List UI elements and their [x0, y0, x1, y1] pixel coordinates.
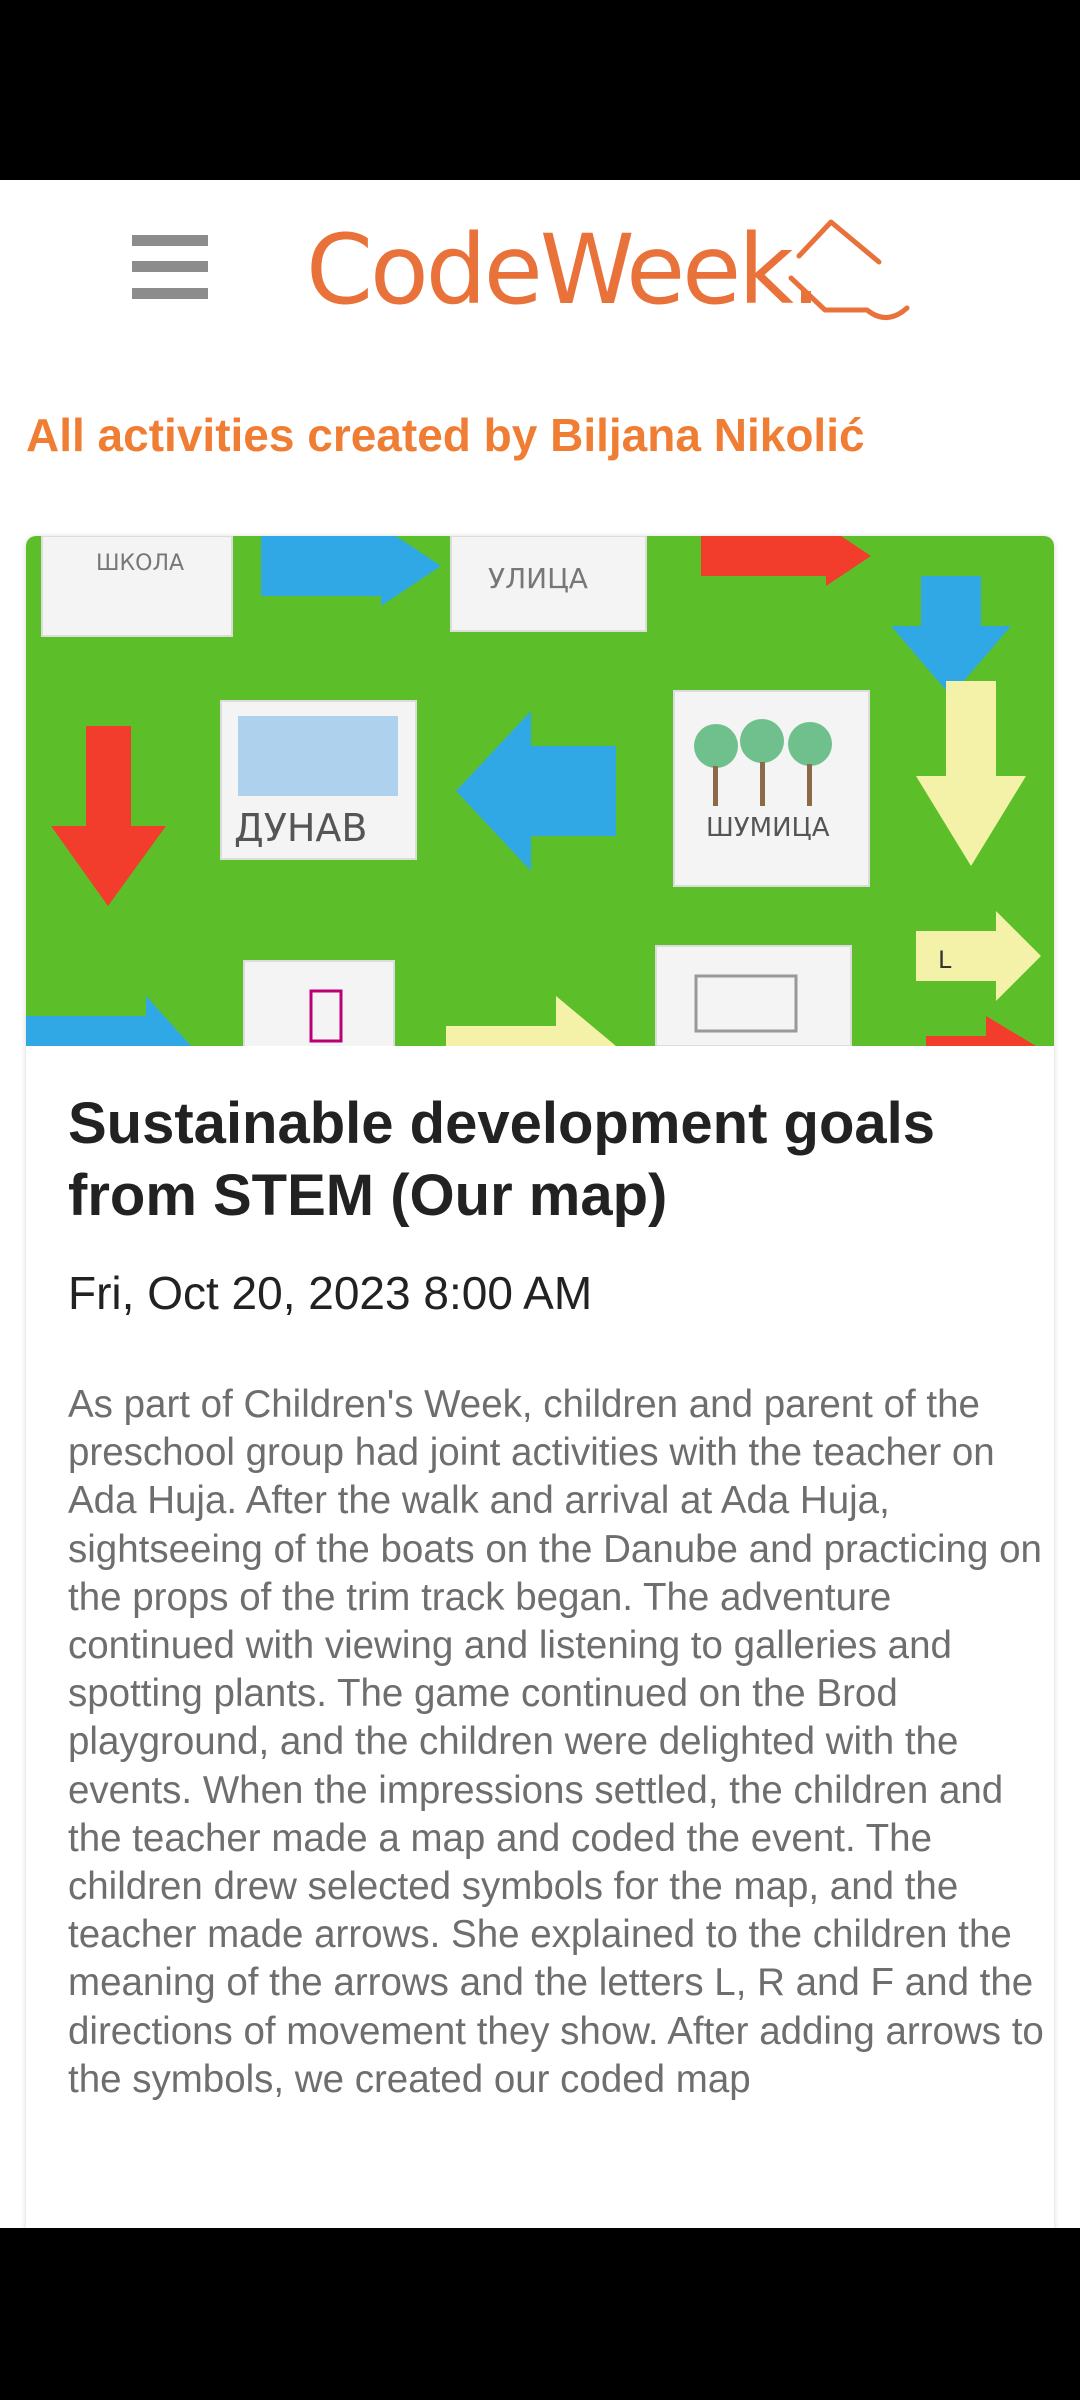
activity-card[interactable]: ШКОЛА УЛИЦА ДУНАВ ШУМИЦА L Sustainable d…: [26, 536, 1054, 2228]
codeweek-logo[interactable]: CodeWeek.: [306, 200, 956, 340]
activity-date: Fri, Oct 20, 2023 8:00 AM: [68, 1267, 593, 1319]
activity-description: As part of Children's Week, children and…: [68, 1383, 1044, 2101]
image-label-dunav: ДУНАВ: [234, 806, 367, 850]
navigation-bar: [0, 2228, 1080, 2400]
page-title: All activities created by Biljana Nikoli…: [26, 409, 865, 461]
image-label-l: L: [938, 946, 952, 974]
activity-image[interactable]: ШКОЛА УЛИЦА ДУНАВ ШУМИЦА L: [26, 536, 1054, 1046]
hamburger-menu-icon[interactable]: [132, 232, 208, 302]
logo-bracket-icon: [788, 219, 910, 320]
status-bar: [0, 0, 1080, 180]
image-label-ulica: УЛИЦА: [488, 562, 588, 595]
image-label-sumica: ШУМИЦА: [706, 813, 830, 843]
activity-title[interactable]: Sustainable development goals from STEM …: [68, 1088, 1028, 1232]
site-header: CodeWeek.: [0, 180, 1080, 360]
page: CodeWeek. All activities created by Bilj…: [0, 180, 1080, 2228]
logo-text: CodeWeek.: [306, 214, 821, 326]
image-label-skola: ШКОЛА: [96, 551, 184, 576]
